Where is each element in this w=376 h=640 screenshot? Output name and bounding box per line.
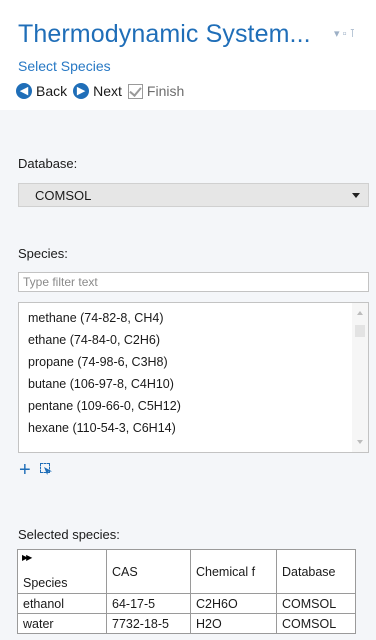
wizard-nav: ◀ Back ▶ Next Finish [16, 81, 190, 101]
species-label: Species: [18, 246, 68, 261]
list-item[interactable]: pentane (109-66-0, C5H12) [28, 399, 181, 413]
database-label: Database: [18, 156, 78, 171]
list-item[interactable]: butane (106-97-8, C4H10) [28, 377, 174, 391]
expand-icon[interactable]: ▶▶ [22, 553, 32, 562]
selected-species-table: ▶▶ Species CAS Chemical f Database ethan… [17, 549, 356, 634]
column-header-species[interactable]: ▶▶ Species [17, 549, 107, 594]
scrollbar-thumb[interactable] [355, 325, 365, 337]
back-label: Back [36, 83, 68, 99]
column-header-formula[interactable]: Chemical f [190, 549, 277, 594]
next-arrow-icon: ▶ [73, 83, 90, 99]
list-item[interactable]: hexane (110-54-3, C6H14) [28, 421, 176, 435]
table-cell: ethanol [17, 593, 107, 614]
next-label: Next [93, 83, 122, 99]
header: Thermodynamic System... ▾ ▫ ⊺ Select Spe… [0, 0, 376, 110]
list-item[interactable]: methane (74-82-8, CH4) [28, 311, 163, 325]
back-arrow-icon: ◀ [16, 83, 32, 99]
dropdown-arrow-icon [352, 193, 360, 198]
table-cell: H2O [190, 613, 277, 634]
table-row[interactable]: water 7732-18-5 H2O COMSOL [17, 613, 356, 634]
list-item[interactable]: propane (74-98-6, C3H8) [28, 355, 168, 369]
list-item[interactable]: ethane (74-84-0, C2H6) [28, 333, 160, 347]
table-cell: COMSOL [276, 613, 356, 634]
selected-species-label: Selected species: [18, 527, 120, 542]
finish-check-icon [127, 83, 143, 99]
add-icon[interactable]: + [19, 460, 31, 480]
table-cell: COMSOL [276, 593, 356, 614]
database-select[interactable]: COMSOL [18, 183, 369, 207]
next-button[interactable]: ▶ Next [73, 83, 122, 99]
scroll-down-icon[interactable] [357, 440, 363, 444]
table-cell: C2H6O [190, 593, 277, 614]
window-controls-icon[interactable]: ▾ ▫ ⊺ [334, 27, 355, 40]
species-list[interactable]: methane (74-82-8, CH4) ethane (74-84-0, … [18, 302, 369, 453]
table-row[interactable]: ethanol 64-17-5 C2H6O COMSOL [17, 593, 356, 614]
back-button[interactable]: ◀ Back [16, 83, 67, 99]
table-cell: 7732-18-5 [106, 613, 191, 634]
finish-button[interactable]: Finish [127, 83, 185, 99]
add-selection-icon[interactable] [40, 463, 53, 476]
table-header-row: ▶▶ Species CAS Chemical f Database [17, 549, 356, 594]
finish-label: Finish [146, 83, 185, 99]
page-title: Thermodynamic System... [18, 20, 311, 48]
species-list-scrollbar[interactable] [352, 303, 368, 452]
table-cell: 64-17-5 [106, 593, 191, 614]
database-value: COMSOL [35, 188, 92, 203]
scroll-up-icon[interactable] [357, 311, 363, 315]
page-subtitle: Select Species [18, 58, 111, 74]
table-cell: water [17, 613, 107, 634]
column-header-database[interactable]: Database [276, 549, 356, 594]
column-header-cas[interactable]: CAS [106, 549, 191, 594]
species-filter-input[interactable] [18, 272, 369, 292]
